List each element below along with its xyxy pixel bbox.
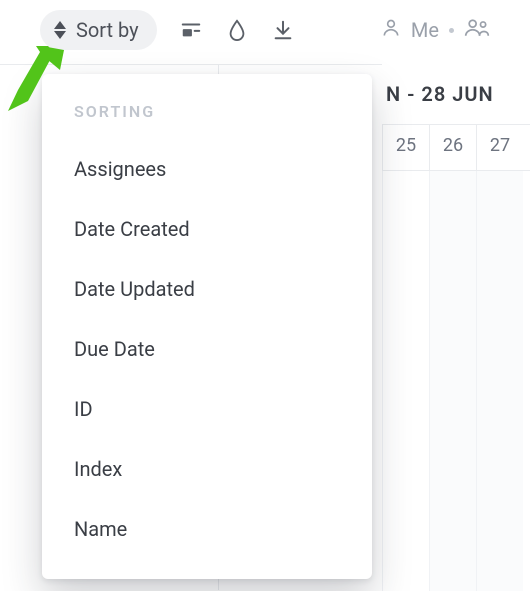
calendar-header: N - 28 JUN 25 26 27: [382, 64, 530, 591]
sort-item-due-date[interactable]: Due Date: [42, 319, 372, 379]
sort-item-index[interactable]: Index: [42, 439, 372, 499]
grid-column: [476, 171, 523, 591]
day-cell[interactable]: 26: [429, 125, 476, 170]
me-label: Me: [411, 18, 439, 42]
person-icon: [381, 17, 401, 44]
calendar-grid: [382, 171, 530, 591]
sort-item-date-updated[interactable]: Date Updated: [42, 259, 372, 319]
sort-by-label: Sort by: [76, 18, 139, 42]
download-icon[interactable]: [271, 18, 295, 42]
sort-item-name[interactable]: Name: [42, 499, 372, 559]
me-filter[interactable]: Me: [381, 17, 490, 44]
day-header-row: 25 26 27: [382, 125, 530, 171]
grid-column: [429, 171, 476, 591]
sort-by-button[interactable]: Sort by: [40, 10, 157, 50]
toolbar: Sort by Me: [0, 0, 530, 65]
sort-item-id[interactable]: ID: [42, 379, 372, 439]
group-icon[interactable]: [179, 18, 203, 42]
day-cell[interactable]: 27: [476, 125, 523, 170]
date-range-label: N - 28 JUN: [382, 64, 530, 125]
sort-section-label: SORTING: [42, 102, 372, 139]
sort-popover: SORTING Assignees Date Created Date Upda…: [42, 74, 372, 579]
sort-item-assignees[interactable]: Assignees: [42, 139, 372, 199]
sort-icon: [54, 21, 66, 39]
sort-item-date-created[interactable]: Date Created: [42, 199, 372, 259]
drop-icon[interactable]: [225, 18, 249, 42]
people-icon: [464, 17, 490, 44]
separator-dot: [449, 28, 454, 33]
day-cell[interactable]: 25: [382, 125, 429, 170]
grid-column: [382, 171, 429, 591]
